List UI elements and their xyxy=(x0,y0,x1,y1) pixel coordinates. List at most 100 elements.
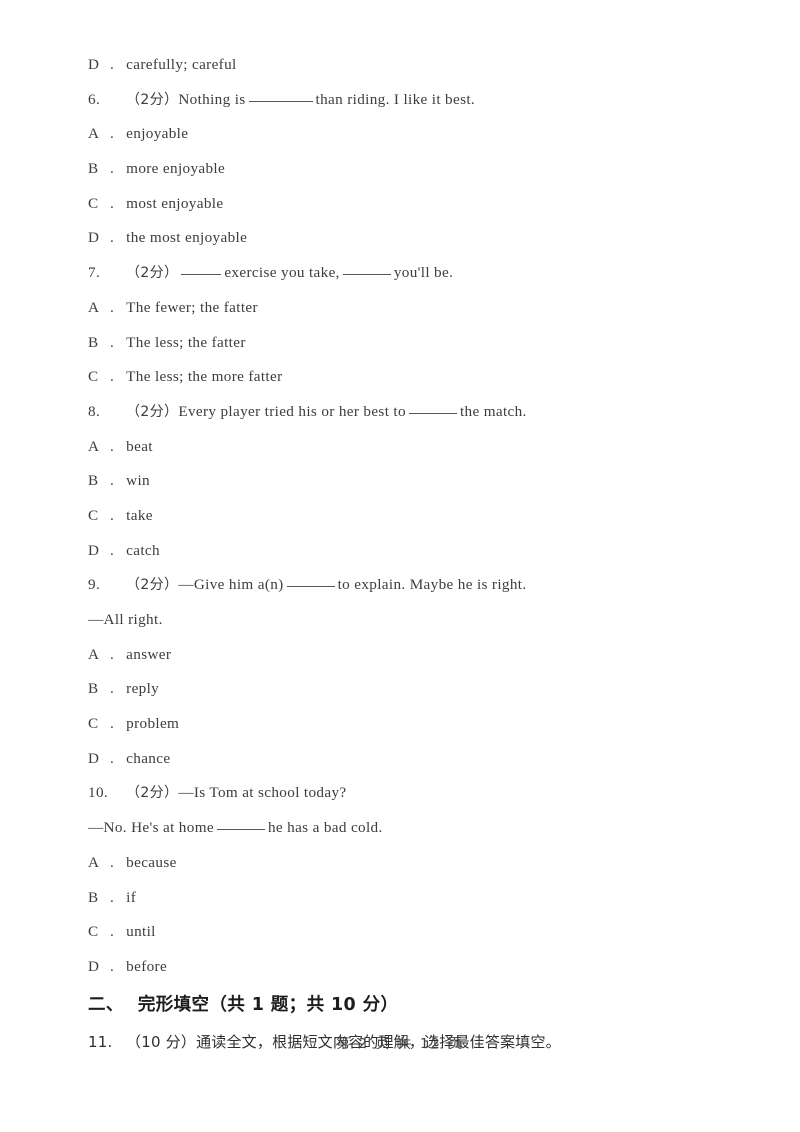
option-separator: . xyxy=(110,125,115,143)
option-letter: A xyxy=(88,437,100,455)
page-footer: 第 2 页 共 12 页 xyxy=(336,1036,464,1052)
option-letter: C xyxy=(88,506,99,524)
option-separator: . xyxy=(110,680,115,698)
question-text-after: to explain. Maybe he is right. xyxy=(337,576,527,594)
option-letter: D xyxy=(88,56,100,73)
option-text: The less; the more fatter xyxy=(126,368,283,386)
option-separator: . xyxy=(110,715,115,733)
option-letter: A xyxy=(88,645,100,663)
option-text: problem xyxy=(126,715,180,733)
option-letter: B xyxy=(88,472,99,490)
answer-blank xyxy=(286,586,335,588)
option-text: The fewer; the fatter xyxy=(126,298,258,316)
option-separator: . xyxy=(110,160,115,178)
question-number: 9. xyxy=(88,576,101,594)
option-separator: . xyxy=(110,194,115,212)
option-row: D. the most enjoyable xyxy=(88,221,760,256)
option-letter: D xyxy=(88,541,100,559)
option-row: A. beat xyxy=(88,430,760,465)
dialogue-response-after: he has a bad cold. xyxy=(267,819,383,837)
option-row: C. most enjoyable xyxy=(88,187,760,222)
option-row: D. chance xyxy=(88,742,760,777)
option-separator: . xyxy=(110,472,115,490)
section-heading: 二、 完形填空（共 1 题；共 10 分） xyxy=(88,985,760,1025)
option-row: D. before xyxy=(88,950,760,985)
question-stem-line2: —No. He's at home he has a bad cold. xyxy=(88,811,760,846)
option-row: C. problem xyxy=(88,707,760,742)
option-letter: B xyxy=(88,888,99,906)
option-row: D. carefully; careful xyxy=(88,48,760,83)
question-stem: 6. （2分）Nothing is than riding. I like it b… xyxy=(88,83,760,118)
option-separator: . xyxy=(110,298,115,316)
option-letter: C xyxy=(88,368,99,386)
question-text-before: Nothing is xyxy=(178,90,246,108)
question-marks: （2分） xyxy=(126,785,179,802)
option-text: The less; the fatter xyxy=(126,333,246,351)
question-number: 10. xyxy=(88,784,109,802)
question-number: 8. xyxy=(88,402,101,420)
option-separator: . xyxy=(110,333,115,351)
question-stem-line2: —All right. xyxy=(88,603,760,638)
question-text-mid: exercise you take, xyxy=(224,264,340,282)
option-separator: . xyxy=(110,437,115,455)
question-marks: （2分） xyxy=(126,265,179,282)
section-title: 完形填空（共 1 题；共 10 分） xyxy=(137,994,399,1015)
option-row: B. if xyxy=(88,881,760,916)
option-row: A. The fewer; the fatter xyxy=(88,291,760,326)
option-separator: . xyxy=(110,368,115,386)
option-separator: . xyxy=(110,888,115,906)
option-row: C. The less; the more fatter xyxy=(88,360,760,395)
option-row: A. because xyxy=(88,846,760,881)
question-number: 6. xyxy=(88,90,101,108)
option-letter: B xyxy=(88,160,99,178)
question-stem: 7. （2分） exercise you take, you'll be. xyxy=(88,256,760,291)
option-text: if xyxy=(126,888,137,906)
option-row: C. take xyxy=(88,499,760,534)
option-separator: . xyxy=(110,853,115,871)
option-text: catch xyxy=(126,541,160,559)
question-text-after: you'll be. xyxy=(393,264,454,282)
question-text-before: —Is Tom at school today? xyxy=(178,784,347,802)
question-stem: 8. （2分）Every player tried his or her best… xyxy=(88,395,760,430)
option-text: most enjoyable xyxy=(126,194,224,212)
section-number: 二、 xyxy=(88,994,124,1015)
option-letter: C xyxy=(88,715,99,733)
option-row: B. reply xyxy=(88,672,760,707)
answer-blank xyxy=(408,412,457,414)
option-separator: . xyxy=(110,506,115,524)
option-row: B. more enjoyable xyxy=(88,152,760,187)
option-text: the most enjoyable xyxy=(126,229,248,247)
option-text: beat xyxy=(126,437,153,455)
option-letter: D xyxy=(88,229,100,247)
option-letter: D xyxy=(88,749,100,767)
dialogue-response-before: —No. He's at home xyxy=(88,819,214,837)
option-separator: . xyxy=(110,749,115,767)
question-stem: 9. （2分）—Give him a(n) to explain. Maybe he… xyxy=(88,568,760,603)
option-letter: D xyxy=(88,957,100,975)
option-text: enjoyable xyxy=(126,125,189,143)
dialogue-response: —All right. xyxy=(88,611,163,628)
option-row: C. until xyxy=(88,915,760,950)
question-number: 7. xyxy=(88,264,101,282)
option-letter: A xyxy=(88,125,100,143)
document-page: D. carefully; careful 6. （2分）Nothing is tha… xyxy=(0,0,800,1132)
answer-blank xyxy=(342,274,391,276)
option-letter: C xyxy=(88,923,99,941)
option-row: B. The less; the fatter xyxy=(88,326,760,361)
option-text: chance xyxy=(126,749,171,767)
question-stem: 10. （2分）—Is Tom at school today? xyxy=(88,776,760,811)
option-separator: . xyxy=(110,541,115,559)
option-separator: . xyxy=(110,56,115,73)
option-letter: C xyxy=(88,194,99,212)
option-text: carefully; careful xyxy=(126,56,237,73)
option-letter: B xyxy=(88,680,99,698)
option-letter: A xyxy=(88,853,100,871)
option-row: A. answer xyxy=(88,638,760,673)
option-text: win xyxy=(126,472,150,490)
option-row: B. win xyxy=(88,464,760,499)
option-text: before xyxy=(126,957,168,975)
option-text: take xyxy=(126,506,153,524)
question-marks: （2分） xyxy=(126,91,179,108)
page-content: D. carefully; careful 6. （2分）Nothing is tha… xyxy=(88,48,760,1059)
answer-blank xyxy=(216,829,265,831)
